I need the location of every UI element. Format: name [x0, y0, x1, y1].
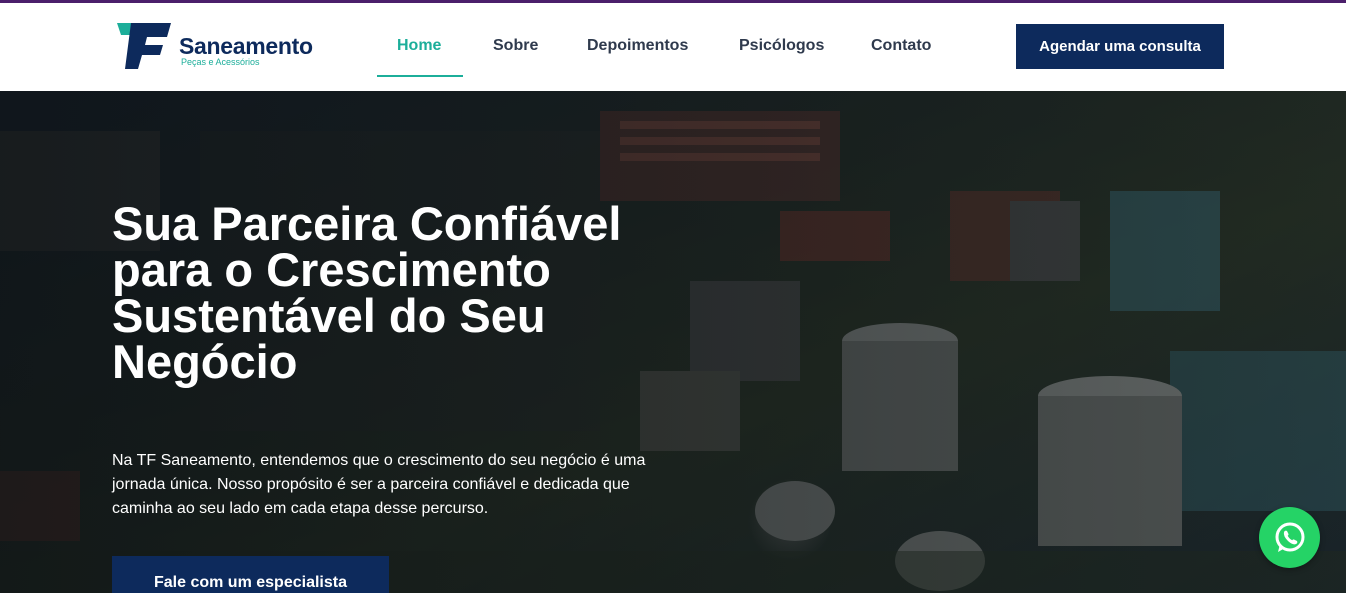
nav-item-contato[interactable]: Contato	[871, 37, 931, 55]
schedule-consultation-button[interactable]: Agendar uma consulta	[1016, 24, 1224, 69]
nav-item-depoimentos[interactable]: Depoimentos	[587, 37, 688, 55]
brand-name: Saneamento	[179, 33, 313, 59]
active-nav-underline	[377, 75, 463, 77]
whatsapp-icon	[1275, 522, 1304, 552]
nav-item-sobre[interactable]: Sobre	[493, 37, 538, 55]
brand-logo[interactable]: Saneamento Peças e Acessórios	[117, 21, 327, 75]
hero-description: Na TF Saneamento, entendemos que o cresc…	[112, 452, 646, 517]
hero-title: Sua Parceira Confiável para o Cresciment…	[112, 197, 622, 388]
hero-section: Sua Parceira Confiável para o Cresciment…	[0, 91, 1346, 593]
site-header: Saneamento Peças e Acessórios Home Sobre…	[0, 3, 1346, 91]
tf-logo-mark-icon	[117, 23, 171, 69]
talk-to-specialist-button[interactable]: Fale com um especialista	[112, 556, 389, 593]
whatsapp-chat-button[interactable]	[1259, 507, 1320, 568]
nav-item-home[interactable]: Home	[397, 37, 441, 55]
brand-tagline: Peças e Acessórios	[181, 57, 260, 67]
nav-item-psicologos[interactable]: Psicólogos	[739, 37, 824, 55]
